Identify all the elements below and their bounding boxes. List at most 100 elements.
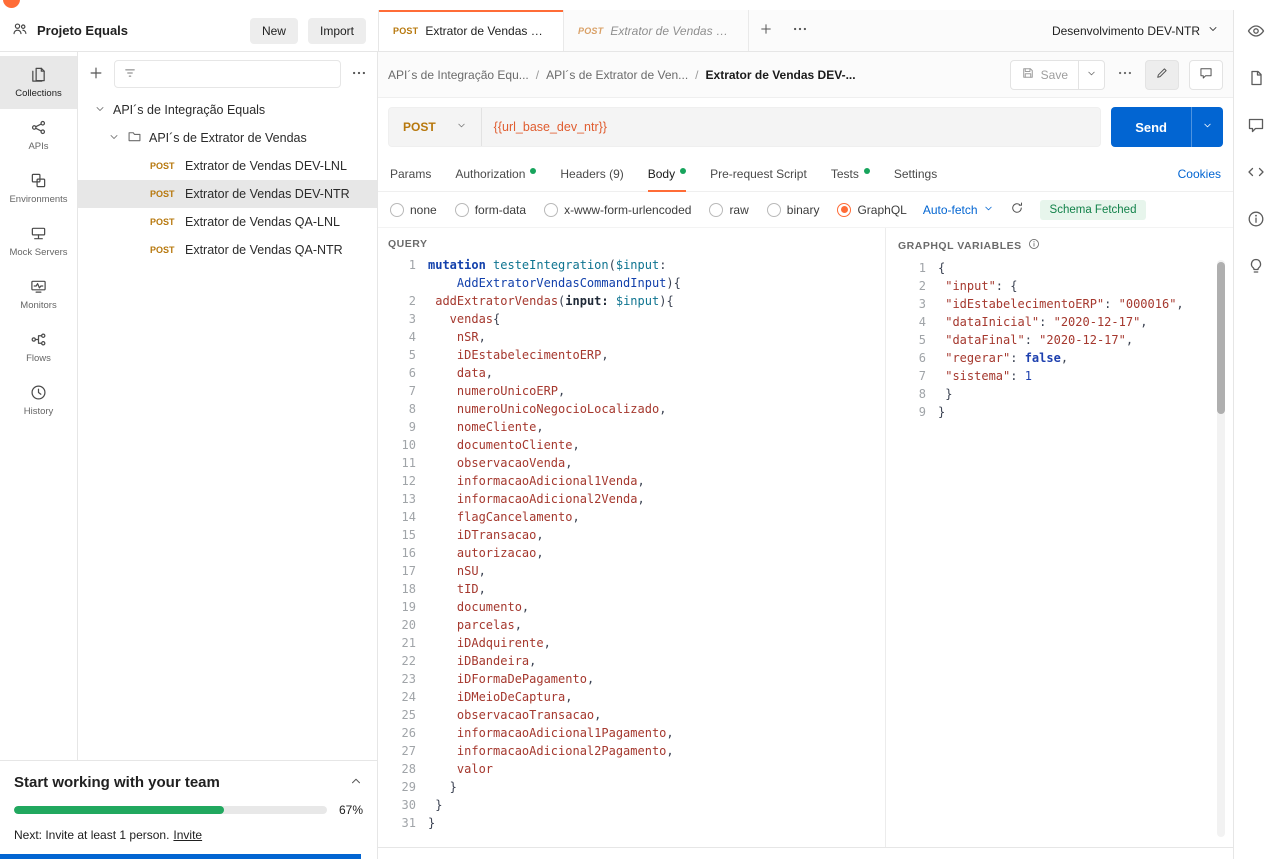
cookies-link[interactable]: Cookies xyxy=(1178,167,1221,181)
code-line: 21 iDAdquirente, xyxy=(401,636,551,650)
breadcrumb-segment[interactable]: API´s de Integração Equ... xyxy=(388,68,529,82)
banner-collapse-button[interactable] xyxy=(349,774,363,791)
invite-link[interactable]: Invite xyxy=(173,828,202,842)
method-badge: POST xyxy=(150,189,175,199)
request-tab-params[interactable]: Params xyxy=(390,156,431,191)
add-collection-button[interactable] xyxy=(88,65,104,84)
method-selector[interactable]: POST xyxy=(389,108,482,146)
collection-root-item[interactable]: API´s de Integração Equals xyxy=(78,96,377,124)
tab-options-button[interactable] xyxy=(783,10,817,51)
code-line: 28 valor xyxy=(401,762,494,776)
request-tab-body[interactable]: Body xyxy=(647,156,687,192)
save-icon xyxy=(1022,68,1033,78)
workspace-header: Projeto Equals New Import xyxy=(0,10,378,52)
body-mode-form-data[interactable]: form-data xyxy=(454,202,526,217)
sidebar-request-extrator-de-vendas-qa-ntr[interactable]: POST Extrator de Vendas QA-NTR xyxy=(78,236,377,264)
request-more-button[interactable] xyxy=(1115,65,1135,84)
send-options-button[interactable] xyxy=(1191,107,1223,147)
request-name: Extrator de Vendas DEV-LNL xyxy=(185,159,347,173)
variables-code[interactable]: 1{2 "input": {3 "idEstabelecimentoERP": "0… xyxy=(896,259,1219,847)
rail-item-mock-servers[interactable]: Mock Servers xyxy=(0,215,77,268)
code-line: 26 informacaoAdicional1Pagamento, xyxy=(401,726,674,740)
chevron-down-icon[interactable] xyxy=(108,131,120,146)
url-input[interactable]: {{url_base_dev_ntr}} xyxy=(482,108,1101,146)
postman-logo xyxy=(3,0,20,8)
workspace-name[interactable]: Projeto Equals xyxy=(37,23,128,38)
open-tab-active[interactable]: POST Extrator de Vendas DEV xyxy=(379,10,564,51)
rail-item-environments[interactable]: Environments xyxy=(0,162,77,215)
rail-item-history[interactable]: History xyxy=(0,374,77,427)
sidebar-more-button[interactable] xyxy=(351,65,367,84)
tab-label: Params xyxy=(390,166,432,181)
sidebar-request-extrator-de-vendas-dev-lnl[interactable]: POST Extrator de Vendas DEV-LNL xyxy=(78,152,377,180)
plus-icon xyxy=(761,24,771,34)
request-section-tabs: Params Authorization Headers (9) Body Pre-re… xyxy=(390,156,937,192)
code-line: 17 nSU, xyxy=(401,564,486,578)
banner-next-text: Next: Invite at least 1 person. xyxy=(14,828,170,842)
request-info-button[interactable] xyxy=(1247,210,1265,228)
request-editor: API´s de Integração Equ... / API´s de Extr… xyxy=(378,52,1233,859)
autofetch-dropdown[interactable]: Auto-fetch xyxy=(923,203,994,217)
more-icon xyxy=(352,71,366,74)
refresh-schema-button[interactable] xyxy=(1010,201,1024,218)
breadcrumb-separator: / xyxy=(535,67,540,82)
code-line: 14 flagCancelamento, xyxy=(401,510,580,524)
radio-label: binary xyxy=(786,202,820,217)
request-tab-pre-request-script[interactable]: Pre-request Script xyxy=(710,156,807,191)
body-mode-graphql[interactable]: GraphQL xyxy=(837,202,907,217)
body-mode-x-www-form-urlencoded[interactable]: x-www-form-urlencoded xyxy=(544,202,691,217)
new-button[interactable]: New xyxy=(249,17,298,44)
scrollbar-thumb[interactable] xyxy=(1217,262,1225,414)
file-icon xyxy=(1251,70,1262,86)
query-code[interactable]: 1 mutation testeIntegration($input: AddExt… xyxy=(386,256,885,847)
collection-folder-item[interactable]: API´s de Extrator de Vendas xyxy=(78,124,377,152)
bootcamp-button[interactable] xyxy=(1247,257,1265,275)
rail-item-flows[interactable]: Flows xyxy=(0,321,77,374)
response-section-divider xyxy=(378,847,1233,859)
rail-item-collections[interactable]: Collections xyxy=(0,56,77,109)
sidebar-request-extrator-de-vendas-qa-lnl[interactable]: POST Extrator de Vendas QA-LNL xyxy=(78,208,377,236)
code-line: 3 vendas{ xyxy=(408,312,501,326)
url-bar: POST {{url_base_dev_ntr}} Send xyxy=(378,98,1233,156)
tab-label: Body xyxy=(647,166,676,181)
refresh-icon xyxy=(1010,201,1024,218)
sidebar-request-extrator-de-vendas-dev-ntr[interactable]: POST Extrator de Vendas DEV-NTR xyxy=(78,180,377,208)
save-button[interactable]: Save xyxy=(1011,61,1078,89)
chevron-down-icon[interactable] xyxy=(94,103,106,118)
method-badge: POST xyxy=(150,161,175,171)
tab-label: Pre-request Script xyxy=(710,166,807,181)
code-snippet-button[interactable] xyxy=(1247,163,1265,181)
rail-item-monitors[interactable]: Monitors xyxy=(0,268,77,321)
breadcrumb-segment[interactable]: API´s de Extrator de Ven... xyxy=(546,68,688,82)
chevron-down-icon xyxy=(456,120,467,134)
body-mode-binary[interactable]: binary xyxy=(766,202,820,217)
radio-circle xyxy=(454,202,469,217)
comments-panel-button[interactable] xyxy=(1247,116,1265,134)
breadcrumb-segment[interactable]: Extrator de Vendas DEV-... xyxy=(706,68,856,82)
rail-item-label: Collections xyxy=(15,88,62,99)
environment-selector[interactable]: Desenvolvimento DEV-NTR xyxy=(1038,10,1233,51)
request-tab-headers-9[interactable]: Headers (9) xyxy=(560,156,623,191)
code-line: 16 autorizacao, xyxy=(401,546,544,560)
body-mode-none[interactable]: none xyxy=(390,202,437,217)
edit-documentation-button[interactable] xyxy=(1145,59,1179,90)
open-tab-preview[interactable]: POST Extrator de Vendas DEV xyxy=(564,10,749,51)
request-actions: Save xyxy=(1009,59,1223,90)
pencil-icon xyxy=(1157,68,1167,78)
request-tab-settings[interactable]: Settings xyxy=(894,156,937,191)
rail-item-apis[interactable]: APIs xyxy=(0,109,77,162)
save-options-button[interactable] xyxy=(1078,60,1104,89)
variables-scrollbar[interactable] xyxy=(1217,260,1225,837)
chevron-down-icon xyxy=(983,203,994,217)
body-mode-raw[interactable]: raw xyxy=(709,202,749,217)
send-button[interactable]: Send xyxy=(1111,107,1191,147)
environment-quick-look-button[interactable] xyxy=(1247,22,1265,40)
request-tab-tests[interactable]: Tests xyxy=(831,156,870,191)
documentation-panel-button[interactable] xyxy=(1247,69,1265,87)
sidebar-filter-input[interactable] xyxy=(114,60,341,88)
comments-button[interactable] xyxy=(1189,59,1223,90)
import-button[interactable]: Import xyxy=(307,17,366,44)
request-tab-authorization[interactable]: Authorization xyxy=(455,156,537,191)
code-line: 5 iDEstabelecimentoERP, xyxy=(408,348,609,362)
new-tab-button[interactable] xyxy=(749,10,783,51)
